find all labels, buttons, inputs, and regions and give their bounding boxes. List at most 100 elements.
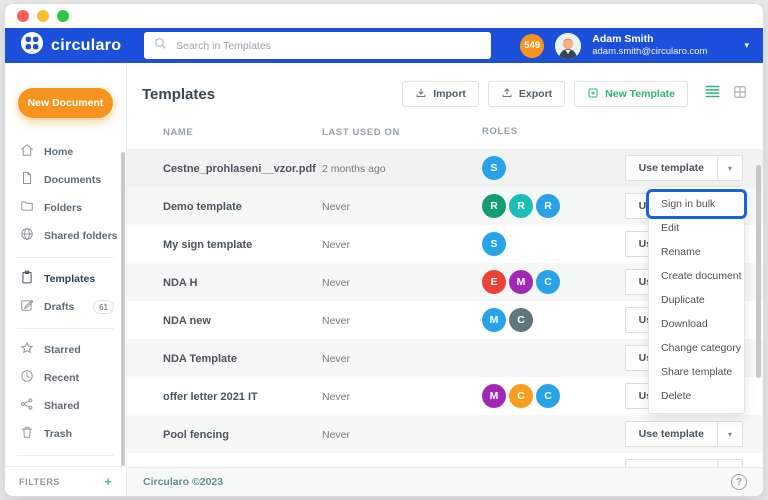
- sidebar-item-trash[interactable]: Trash: [5, 420, 126, 448]
- table-row[interactable]: Pool fencingNeverUse template▾: [127, 415, 763, 453]
- last-used-value: Never: [322, 315, 350, 327]
- minimize-window-button[interactable]: [37, 10, 49, 22]
- use-template-button[interactable]: Use template▾: [625, 421, 743, 447]
- column-header-roles: ROLES: [482, 126, 518, 137]
- use-template-button[interactable]: Use template▾: [625, 155, 743, 181]
- last-used-value: Never: [322, 201, 350, 213]
- use-template-label: Use template: [626, 156, 717, 180]
- window-titlebar: [5, 4, 763, 28]
- close-window-button[interactable]: [17, 10, 29, 22]
- use-template-button[interactable]: Use template ▾: [625, 459, 743, 467]
- last-used-value: 2 months ago: [322, 163, 386, 175]
- share-icon: [20, 397, 34, 416]
- sidebar-item-label: Documents: [44, 174, 101, 186]
- sidebar-item-label: Drafts: [44, 301, 74, 313]
- template-name[interactable]: Pool fencing: [163, 429, 229, 441]
- view-toggles: [705, 85, 747, 104]
- sidebar-item-shared[interactable]: Shared: [5, 392, 126, 420]
- table-header: NAME LAST USED ON ROLES: [127, 113, 763, 149]
- template-name[interactable]: NDA new: [163, 315, 211, 327]
- filters-label: FILTERS: [19, 477, 60, 487]
- export-icon: [501, 87, 513, 102]
- help-icon[interactable]: ?: [731, 474, 747, 490]
- menu-item-rename[interactable]: Rename: [649, 240, 744, 264]
- import-icon: [415, 87, 427, 102]
- sidebar-item-home[interactable]: Home: [5, 138, 126, 166]
- menu-item-edit[interactable]: Edit: [649, 216, 744, 240]
- role-badge: R: [482, 194, 506, 218]
- sidebar-item-label: Trash: [44, 428, 72, 440]
- role-badge: M: [482, 384, 506, 408]
- menu-item-share-template[interactable]: Share template: [649, 360, 744, 384]
- sidebar-item-drafts[interactable]: Drafts61: [5, 293, 126, 321]
- menu-item-delete[interactable]: Delete: [649, 384, 744, 408]
- sidebar-item-label: Recent: [44, 372, 79, 384]
- role-badge: S: [482, 156, 506, 180]
- grid-view-icon[interactable]: [733, 85, 747, 104]
- sidebar-divider: [17, 455, 114, 456]
- role-badge: C: [509, 384, 533, 408]
- clock-icon: [20, 369, 34, 388]
- trash-icon: [20, 425, 34, 444]
- new-document-button[interactable]: New Document: [18, 88, 113, 118]
- main-scrollbar[interactable]: [756, 165, 761, 378]
- sidebar-scrollbar[interactable]: [121, 152, 125, 466]
- sidebar-item-label: Templates: [44, 273, 95, 285]
- table-row-partial: Use template ▾: [127, 453, 763, 467]
- menu-item-change-category[interactable]: Change category: [649, 336, 744, 360]
- template-name[interactable]: NDA H: [163, 277, 197, 289]
- use-template-caret-icon[interactable]: ▾: [717, 156, 742, 180]
- menu-item-duplicate[interactable]: Duplicate: [649, 288, 744, 312]
- last-used-value: Never: [322, 391, 350, 403]
- add-filter-button[interactable]: +: [104, 474, 112, 489]
- avatar[interactable]: [555, 33, 581, 59]
- sidebar-item-documents[interactable]: Documents: [5, 166, 126, 194]
- menu-item-create-document[interactable]: Create document: [649, 264, 744, 288]
- sidebar: New Document Home Documents Folders Shared …: [5, 63, 127, 496]
- last-used-value: Never: [322, 277, 350, 289]
- header-right-cluster: 549 Adam Smith adam.smith@circularo.com …: [520, 33, 763, 59]
- sidebar-item-starred[interactable]: Starred: [5, 336, 126, 364]
- user-menu-caret-icon[interactable]: ▾: [744, 40, 749, 51]
- column-header-name[interactable]: NAME: [163, 127, 193, 138]
- import-label: Import: [433, 88, 466, 100]
- globe-icon: [20, 227, 34, 246]
- template-name[interactable]: Demo template: [163, 201, 242, 213]
- search-bar[interactable]: [144, 32, 491, 59]
- use-template-caret-icon[interactable]: ▾: [717, 422, 742, 446]
- template-name[interactable]: offer letter 2021 IT: [163, 391, 258, 403]
- footer: Circularo ©2023 ?: [127, 467, 763, 496]
- template-name[interactable]: NDA Template: [163, 353, 237, 365]
- search-input[interactable]: [176, 40, 481, 52]
- use-template-caret-icon[interactable]: ▾: [717, 460, 742, 467]
- brand-logo[interactable]: circularo: [5, 32, 135, 59]
- export-button[interactable]: Export: [488, 81, 565, 107]
- menu-item-sign-in-bulk[interactable]: Sign in bulk: [649, 192, 744, 216]
- app-window: circularo 549 Adam Smi: [5, 4, 763, 496]
- sidebar-item-folders[interactable]: Folders: [5, 194, 126, 222]
- sidebar-item-recent[interactable]: Recent: [5, 364, 126, 392]
- new-template-button[interactable]: New Template: [574, 81, 688, 107]
- plus-square-icon: [587, 87, 599, 102]
- toolbar: Import Export: [402, 81, 747, 107]
- sidebar-item-shared-folders[interactable]: Shared folders: [5, 222, 126, 250]
- import-button[interactable]: Import: [402, 81, 479, 107]
- user-info[interactable]: Adam Smith adam.smith@circularo.com: [592, 33, 707, 58]
- notification-badge[interactable]: 549: [520, 34, 544, 58]
- template-name[interactable]: Cestne_prohlaseni__vzor.pdf: [163, 163, 316, 175]
- column-header-last-used[interactable]: LAST USED ON: [322, 127, 400, 138]
- app-header: circularo 549 Adam Smi: [5, 28, 763, 63]
- menu-item-download[interactable]: Download: [649, 312, 744, 336]
- sidebar-item-label: Shared: [44, 400, 80, 412]
- sidebar-item-label: Shared folders: [44, 230, 118, 242]
- clipboard-icon: [20, 270, 34, 289]
- template-name[interactable]: My sign template: [163, 239, 252, 251]
- list-view-icon[interactable]: [705, 85, 720, 103]
- main-content: Templates Import: [127, 63, 763, 496]
- user-name: Adam Smith: [592, 33, 707, 46]
- table-row[interactable]: Cestne_prohlaseni__vzor.pdf 2 months ago S…: [127, 149, 763, 187]
- sidebar-item-templates[interactable]: Templates: [5, 265, 126, 293]
- maximize-window-button[interactable]: [57, 10, 69, 22]
- copyright-text: Circularo ©2023: [143, 476, 223, 488]
- page-title: Templates: [142, 86, 215, 103]
